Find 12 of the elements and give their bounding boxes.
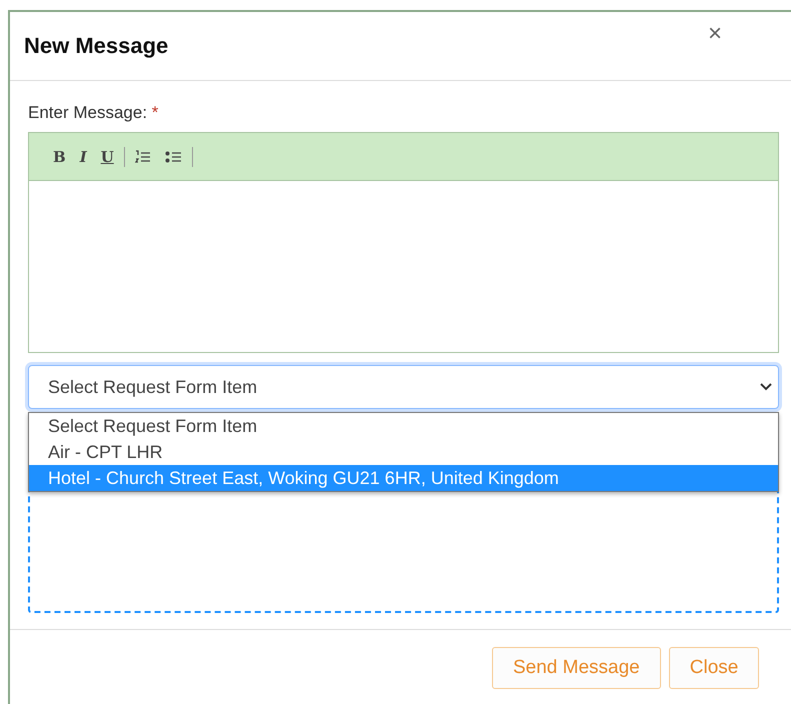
- bullet-list-icon[interactable]: [164, 150, 182, 164]
- chevron-icon: [760, 383, 772, 391]
- dropdown-option[interactable]: Select Request Form Item: [29, 413, 778, 439]
- dropdown-option[interactable]: Air - CPT LHR: [29, 439, 778, 465]
- request-select[interactable]: Select Request Form Item: [28, 365, 779, 409]
- message-editor[interactable]: B I U: [28, 132, 779, 353]
- italic-button[interactable]: I: [76, 148, 91, 166]
- numbered-list-icon[interactable]: [134, 150, 151, 164]
- bold-button[interactable]: B: [49, 148, 70, 166]
- dialog-title: New Message: [24, 33, 168, 59]
- underline-button[interactable]: U: [96, 148, 118, 166]
- message-label: Enter Message: *: [28, 103, 160, 123]
